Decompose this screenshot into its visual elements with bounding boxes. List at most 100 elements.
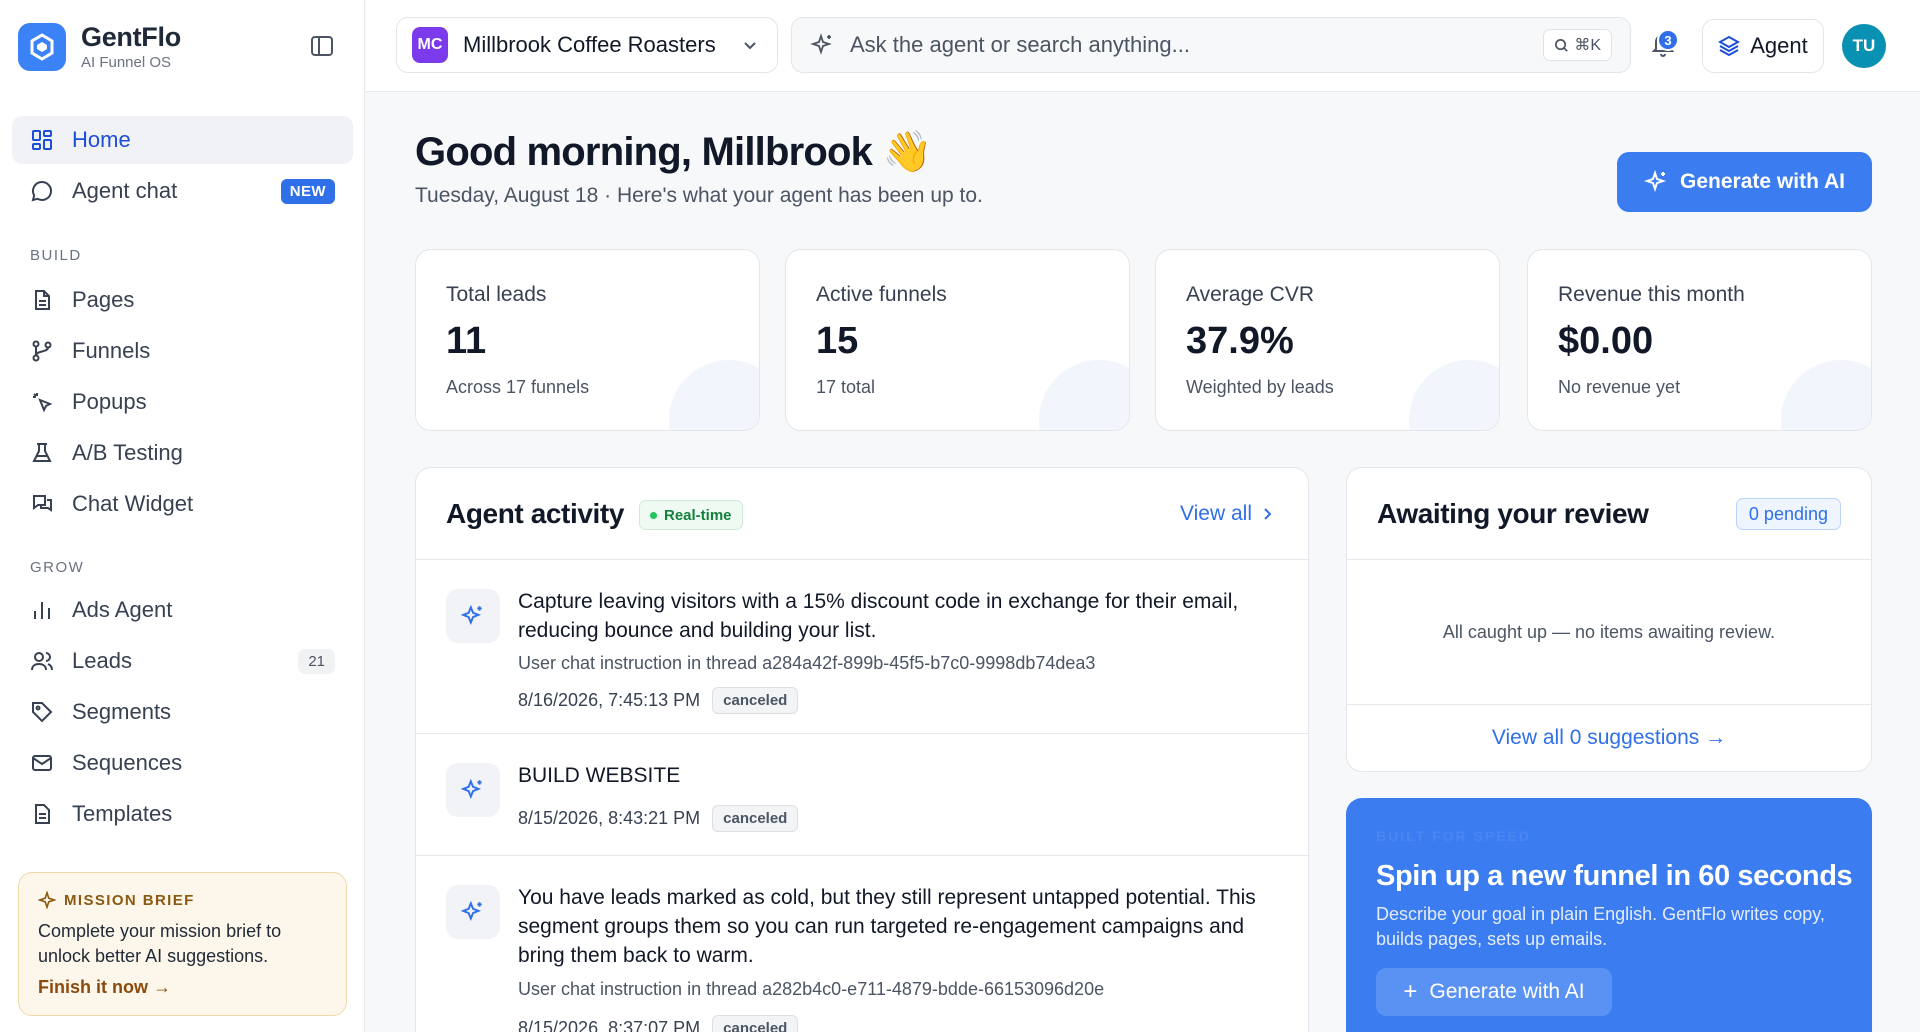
agent-activity-card: Agent activity Real-time View all Captur… bbox=[415, 467, 1309, 1032]
flask-icon bbox=[30, 441, 54, 465]
activity-text: BUILD WEBSITE bbox=[518, 764, 681, 787]
agent-search-input[interactable]: Ask the agent or search anything... ⌘K bbox=[791, 17, 1631, 73]
stat-label: Revenue this month bbox=[1558, 283, 1745, 306]
stat-label: Active funnels bbox=[816, 283, 947, 306]
activity-time: 8/15/2026, 8:37:07 PM bbox=[518, 1018, 701, 1032]
generate-button-label: Generate with AI bbox=[1680, 170, 1845, 193]
activity-meta: User chat instruction in thread a282b4c0… bbox=[518, 979, 1105, 999]
pending-badge: 0 pending bbox=[1735, 498, 1841, 530]
promo-text: Describe your goal in plain English. Gen… bbox=[1376, 904, 1825, 949]
activity-time: 8/15/2026, 8:43:21 PM bbox=[518, 808, 701, 828]
page-title: Good morning, Millbrook 👋 bbox=[415, 130, 932, 174]
generate-with-ai-button[interactable]: Generate with AI bbox=[1617, 152, 1872, 212]
sidebar-item-segments[interactable]: Segments bbox=[12, 688, 353, 736]
stat-decoration bbox=[1039, 360, 1129, 430]
sidebar-item-ab-testing[interactable]: A/B Testing bbox=[12, 429, 353, 477]
promo-title: Spin up a new funnel in 60 seconds bbox=[1376, 860, 1853, 892]
activity-text: Capture leaving visitors with a 15% disc… bbox=[518, 590, 1239, 642]
sidebar-item-popups[interactable]: Popups bbox=[12, 378, 353, 426]
activity-meta: User chat instruction in thread a284a42f… bbox=[518, 653, 1096, 673]
shortcut-key: ⌘K bbox=[1574, 37, 1601, 54]
promo-card: BUILT FOR SPEED Spin up a new funnel in … bbox=[1346, 798, 1872, 1032]
brand[interactable]: GentFlo AI Funnel OS bbox=[18, 22, 181, 71]
bar-chart-icon bbox=[30, 598, 54, 622]
workspace-switcher[interactable]: MC Millbrook Coffee Roasters bbox=[396, 17, 778, 73]
sparkle-icon bbox=[446, 589, 500, 643]
sparkle-icon bbox=[446, 763, 500, 817]
grid-icon bbox=[30, 128, 54, 152]
chevron-right-icon bbox=[1264, 508, 1272, 520]
section-label-grow: GROW bbox=[30, 559, 85, 576]
stat-card-active-funnels: Active funnels 15 17 total bbox=[785, 249, 1130, 431]
stat-decoration bbox=[1409, 360, 1499, 430]
chevron-down-icon bbox=[744, 42, 756, 50]
sidebar-item-label: Ads Agent bbox=[72, 597, 173, 622]
activity-time: 8/16/2026, 7:45:13 PM bbox=[518, 690, 701, 710]
chat-widget-icon bbox=[30, 492, 54, 516]
stat-subtext: Weighted by leads bbox=[1186, 377, 1334, 397]
cursor-click-icon bbox=[30, 390, 54, 414]
search-icon bbox=[1555, 38, 1569, 52]
status-badge: canceled bbox=[712, 1015, 799, 1032]
workspace-name: Millbrook Coffee Roasters bbox=[463, 32, 716, 57]
sidebar-item-label: Leads bbox=[72, 648, 132, 673]
view-all-suggestions-link[interactable]: View all 0 suggestions → bbox=[1347, 726, 1871, 750]
sidebar-item-label: Agent chat bbox=[72, 178, 178, 203]
stat-label: Average CVR bbox=[1186, 283, 1315, 306]
stat-value: 11 bbox=[446, 320, 487, 362]
sidebar-item-label: Sequences bbox=[72, 750, 183, 775]
layers-icon bbox=[1718, 35, 1741, 57]
status-badge: canceled bbox=[712, 805, 799, 832]
promo-button-label: Generate with AI bbox=[1429, 980, 1585, 1003]
sparkle-icon bbox=[446, 885, 500, 939]
document-icon bbox=[30, 288, 54, 312]
stat-decoration bbox=[669, 360, 759, 430]
user-avatar[interactable]: TU bbox=[1842, 24, 1886, 68]
stat-value: 37.9% bbox=[1186, 320, 1294, 362]
sidebar-item-label: Pages bbox=[72, 287, 135, 312]
mission-brief-link[interactable]: Finish it now → bbox=[38, 977, 327, 998]
page-subtitle: Tuesday, August 18 · Here's what your ag… bbox=[415, 184, 983, 207]
sidebar-item-ads-agent[interactable]: Ads Agent bbox=[12, 586, 353, 634]
sidebar-item-pages[interactable]: Pages bbox=[12, 276, 353, 324]
sidebar-item-funnels[interactable]: Funnels bbox=[12, 327, 353, 375]
stat-subtext: No revenue yet bbox=[1558, 377, 1681, 397]
sidebar-item-agent-chat[interactable]: Agent chat NEW bbox=[12, 167, 353, 215]
status-badge: canceled bbox=[712, 687, 799, 714]
mission-brief-text: Complete your mission brief to unlock be… bbox=[38, 921, 282, 966]
agent-button[interactable]: Agent bbox=[1702, 19, 1824, 73]
stat-value: 15 bbox=[816, 320, 859, 362]
search-placeholder: Ask the agent or search anything... bbox=[850, 32, 1190, 57]
sidebar-item-leads[interactable]: Leads 21 bbox=[12, 637, 353, 685]
agent-button-label: Agent bbox=[1750, 33, 1808, 58]
stat-card-total-leads: Total leads 11 Across 17 funnels bbox=[415, 249, 760, 431]
awaiting-review-title: Awaiting your review bbox=[1377, 498, 1649, 529]
review-empty-message: All caught up — no items awaiting review… bbox=[1442, 622, 1776, 642]
stat-subtext: 17 total bbox=[816, 377, 876, 397]
brand-name: GentFlo bbox=[81, 22, 181, 52]
agent-activity-title: Agent activity bbox=[446, 498, 624, 529]
notification-count-badge: 3 bbox=[1657, 29, 1679, 51]
search-shortcut: ⌘K bbox=[1543, 29, 1612, 61]
chat-bubble-icon bbox=[30, 179, 54, 203]
sidebar-collapse-icon[interactable] bbox=[309, 34, 337, 60]
brand-subtitle: AI Funnel OS bbox=[81, 54, 172, 71]
view-all-link[interactable]: View all bbox=[1180, 502, 1274, 526]
sidebar-item-sequences[interactable]: Sequences bbox=[12, 739, 353, 787]
realtime-badge: Real-time bbox=[639, 500, 743, 530]
wave-emoji-icon: 👋 bbox=[882, 130, 932, 174]
sidebar-item-templates[interactable]: Templates bbox=[12, 790, 353, 838]
new-badge: NEW bbox=[280, 178, 335, 204]
promo-generate-button[interactable]: + Generate with AI bbox=[1376, 968, 1612, 1016]
sidebar-item-home[interactable]: Home bbox=[12, 116, 353, 164]
users-icon bbox=[30, 649, 54, 673]
sidebar-item-label: Funnels bbox=[72, 338, 151, 363]
workspace-avatar: MC bbox=[412, 27, 448, 63]
sparkle-icon bbox=[810, 33, 832, 55]
stat-decoration bbox=[1781, 360, 1871, 430]
stat-card-revenue: Revenue this month $0.00 No revenue yet bbox=[1527, 249, 1872, 431]
leads-count-badge: 21 bbox=[298, 648, 335, 674]
sidebar-item-chat-widget[interactable]: Chat Widget bbox=[12, 480, 353, 528]
sidebar-item-label: Segments bbox=[72, 699, 172, 724]
sparkle-icon bbox=[38, 891, 56, 909]
